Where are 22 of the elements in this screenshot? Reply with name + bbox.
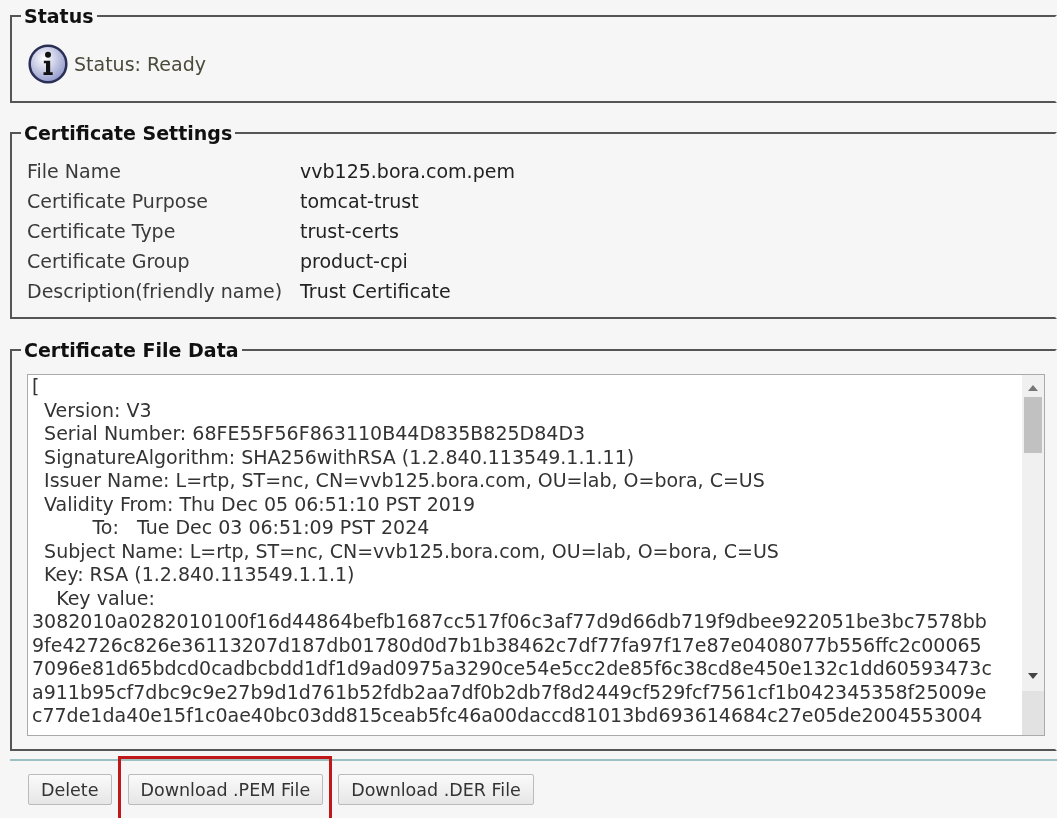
field-label: File Name: [27, 160, 122, 182]
section-title: Status: [23, 5, 95, 27]
info-icon: [28, 44, 68, 84]
status-message: Status: Ready: [74, 53, 206, 75]
scroll-thumb[interactable]: [1024, 397, 1042, 453]
field-value: product-cpi: [300, 250, 409, 272]
scroll-down-icon[interactable]: [1028, 673, 1038, 679]
field-value: tomcat-trust: [300, 190, 420, 212]
action-button[interactable]: Delete: [28, 774, 112, 805]
field-value: Trust Certificate: [300, 280, 452, 302]
field-label: Certificate Type: [27, 220, 177, 242]
field-value: trust-certs: [300, 220, 400, 242]
action-button[interactable]: Download .PEM File: [127, 774, 324, 805]
scroll-up-icon[interactable]: [1028, 385, 1038, 391]
section-title: Certificate File Data: [23, 339, 240, 361]
field-label: Description(friendly name): [27, 280, 284, 302]
field-label: Certificate Group: [27, 250, 191, 272]
field-label: Certificate Purpose: [27, 190, 209, 212]
field-value: vvb125.bora.com.pem: [300, 160, 516, 182]
action-button[interactable]: Download .DER File: [338, 774, 534, 805]
section-title: Certificate Settings: [23, 122, 234, 144]
certificate-text: [ Version: V3 Serial Number: 68FE55F56F863110B44D835B825D84D3 SignatureAlgorithm: SHA256withRSA (1.2.840.113549.1.1.11) Issuer Name: L=rtp, ST=nc, CN=vvb125.bora.com, OU=lab, O=bora, C=US Validity From: Thu Dec 05 06:51:10 PST 2019 To: Tue Dec 03 06:51:09 PST 2024 Subject Name: L=rtp, ST=nc, CN=vvb125.bora.com, OU=lab, O=bora, C=US Key: RSA (1.2.840.113549.1.1.1) Key value: 3082010a0282010100f16d44864befb1687cc517f06c3af77d9d66db719f9dbee922051be3bc7578bb 9fe42726c826e36113207d187db01780d0d7b1b38462c7df77fa97f17e87e0408077b556ffc2c00065 7096e81d65bdcd0cadbcbdd1df1d9ad0975a3290ce54e5cc2de85f6c38cd8e450e132c1dd60593473c a911b95cf7dbc9c9e27b9d1d761b52fdb2aa7df0b2db7f8d2449cf529fcf7561cf1b042345358f25009e c77de1da40e15f1c0ae40bc03dd815ceab5fc46a00daccd81013bd693614684c27e05de2004553004: [31, 375, 993, 728]
